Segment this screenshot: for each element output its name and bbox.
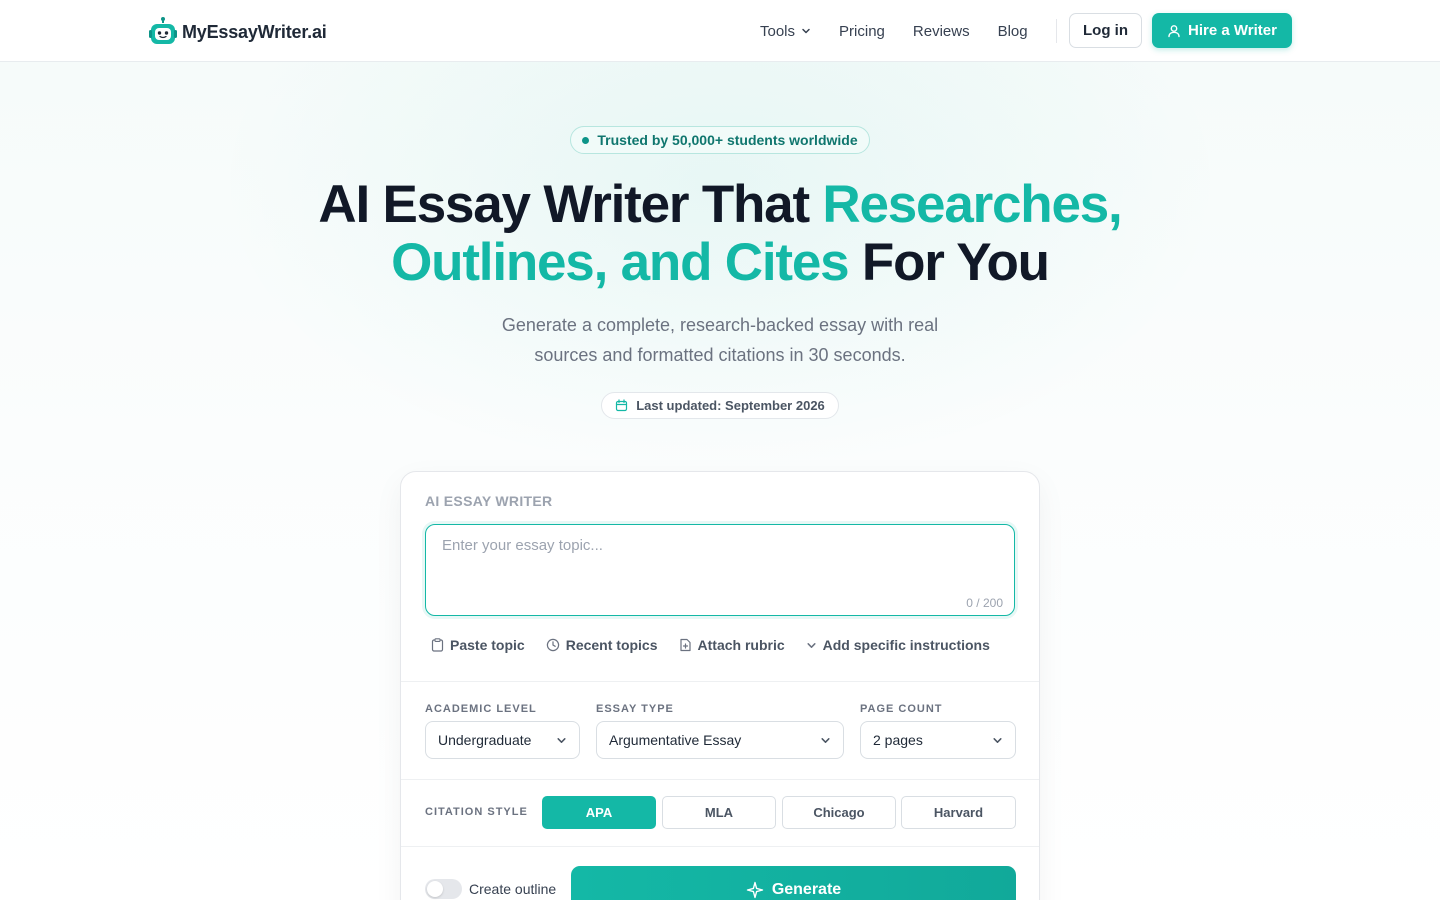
essay-type-select[interactable]: Argumentative Essay	[596, 721, 844, 759]
headline-part-1: AI Essay Writer That	[318, 175, 823, 234]
nav-reviews-link[interactable]: Reviews	[913, 23, 970, 40]
citation-apa-button[interactable]: APA	[542, 796, 656, 829]
trust-text: Trusted by 50,000+ students worldwide	[597, 132, 858, 148]
attach-rubric-button[interactable]: Attach rubric	[679, 637, 785, 653]
robot-logo-icon	[148, 17, 178, 47]
citation-mla-button[interactable]: MLA	[662, 796, 776, 829]
last-updated-badge: Last updated: September 2026	[601, 392, 839, 419]
topic-input[interactable]	[426, 525, 1014, 615]
toggle-knob	[427, 881, 443, 897]
brand-name: MyEssayWriter.ai	[182, 21, 327, 42]
page-count-value: 2 pages	[873, 732, 923, 748]
chevron-down-icon	[557, 737, 566, 743]
citation-style-label: CITATION STYLE	[425, 806, 528, 818]
topic-input-wrapper: 0 / 200	[425, 524, 1015, 616]
divider	[401, 681, 1039, 682]
academic-level-value: Undergraduate	[438, 732, 532, 748]
academic-level-select[interactable]: Undergraduate	[425, 721, 580, 759]
hire-writer-label: Hire a Writer	[1188, 22, 1277, 39]
recent-topics-button[interactable]: Recent topics	[546, 637, 658, 653]
create-outline-toggle[interactable]	[425, 879, 462, 899]
logo[interactable]: MyEssayWriter.ai	[148, 17, 327, 47]
add-instructions-button[interactable]: Add specific instructions	[806, 637, 990, 653]
clock-icon	[546, 638, 559, 652]
nav-divider	[1056, 19, 1057, 43]
generate-button[interactable]: Generate	[571, 866, 1016, 900]
academic-level-label: ACADEMIC LEVEL	[425, 703, 537, 715]
user-icon	[1168, 24, 1180, 37]
divider	[401, 846, 1039, 847]
card-title: AI ESSAY WRITER	[425, 493, 553, 509]
nav-pricing-link[interactable]: Pricing	[839, 23, 885, 40]
calendar-icon	[616, 399, 628, 412]
add-instructions-label: Add specific instructions	[822, 637, 990, 653]
chevron-down-icon	[807, 642, 816, 648]
trust-badge: Trusted by 50,000+ students worldwide	[570, 126, 870, 154]
citation-chicago-button[interactable]: Chicago	[782, 796, 896, 829]
recent-topics-label: Recent topics	[565, 637, 658, 653]
divider	[401, 779, 1039, 780]
attach-rubric-label: Attach rubric	[697, 637, 785, 653]
headline-accent-1: Researches,	[822, 175, 1122, 234]
essay-type-label: ESSAY TYPE	[596, 703, 674, 715]
nav-tools-menu[interactable]: Tools	[760, 23, 811, 40]
topic-tools: Paste topic Recent topics Attach rubric …	[431, 637, 1011, 653]
page-count-select[interactable]: 2 pages	[860, 721, 1016, 759]
hero-subheading: Generate a complete, research-backed ess…	[501, 315, 939, 365]
character-counter: 0 / 200	[966, 596, 1003, 610]
file-plus-icon	[679, 638, 691, 652]
chevron-down-icon	[993, 737, 1002, 743]
paste-topic-button[interactable]: Paste topic	[431, 637, 525, 653]
login-button[interactable]: Log in	[1069, 13, 1142, 48]
create-outline-label: Create outline	[469, 881, 557, 897]
clipboard-icon	[431, 638, 444, 652]
nav-links: Tools Pricing Reviews Blog	[760, 0, 1056, 62]
essay-type-value: Argumentative Essay	[609, 732, 742, 748]
paste-topic-label: Paste topic	[450, 637, 525, 653]
status-dot-icon	[582, 136, 590, 144]
nav-blog-link[interactable]: Blog	[998, 23, 1028, 40]
chevron-down-icon	[802, 28, 810, 34]
page-count-label: PAGE COUNT	[860, 703, 943, 715]
page-title: AI Essay Writer That Researches, Outline…	[0, 176, 1440, 292]
top-navbar: MyEssayWriter.ai Tools Pricing Reviews B…	[0, 0, 1440, 62]
generate-label: Generate	[771, 881, 842, 898]
essay-writer-card: AI ESSAY WRITER 0 / 200 Paste topic Rece…	[400, 471, 1040, 900]
hire-writer-button[interactable]: Hire a Writer	[1152, 13, 1292, 48]
headline-part-2: For You	[848, 233, 1050, 292]
sparkle-icon	[746, 881, 764, 899]
last-updated-text: Last updated: September 2026	[636, 398, 825, 413]
headline-accent-2: Outlines, and Cites	[391, 233, 849, 292]
nav-tools-label: Tools	[760, 22, 796, 40]
citation-harvard-button[interactable]: Harvard	[901, 796, 1016, 829]
chevron-down-icon	[821, 737, 830, 743]
